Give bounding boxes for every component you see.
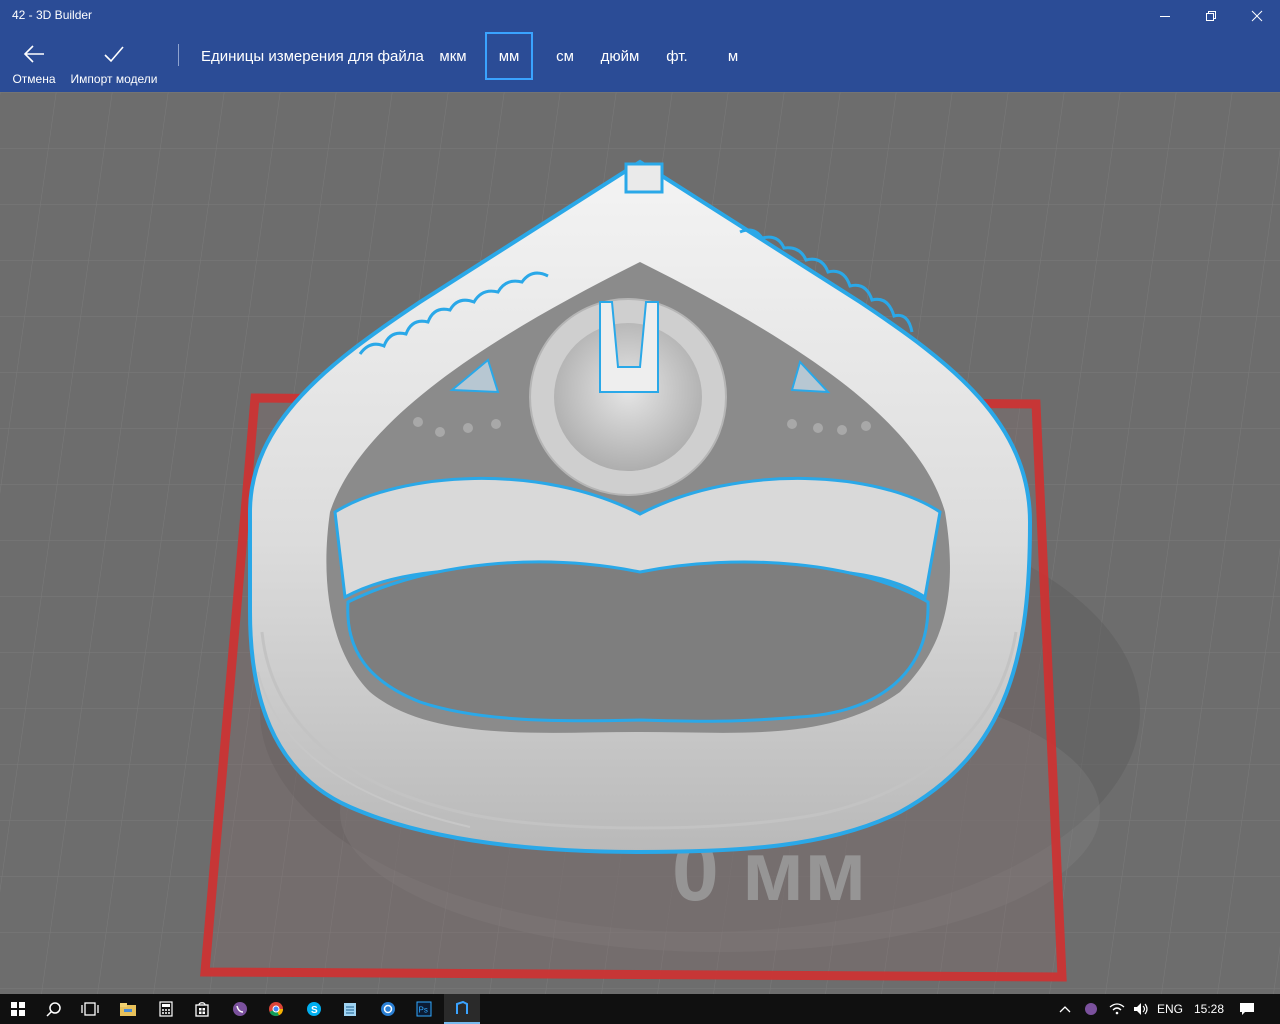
command-bar: Отмена Импорт модели Единицы измерения д… xyxy=(0,32,1280,92)
unit-um-button[interactable]: мкм xyxy=(430,32,476,80)
import-model-label: Импорт модели xyxy=(70,72,158,86)
network-button[interactable] xyxy=(1104,994,1130,1024)
3d-builder-icon xyxy=(456,1000,468,1014)
task-view-icon xyxy=(81,1002,99,1016)
notepad-icon xyxy=(344,1003,356,1016)
file-explorer-icon xyxy=(120,1003,136,1016)
viber-icon xyxy=(233,1002,247,1016)
units-label: Единицы измерения для файла xyxy=(201,48,424,65)
volume-icon xyxy=(1134,1003,1148,1015)
settings-app-icon xyxy=(381,1002,395,1016)
restore-button[interactable] xyxy=(1188,0,1234,32)
chevron-up-icon xyxy=(1059,1006,1071,1013)
close-icon xyxy=(1251,10,1263,22)
settings-app-button[interactable] xyxy=(370,994,406,1024)
photoshop-icon: Ps xyxy=(416,1001,432,1017)
center-stone xyxy=(554,323,702,471)
3d-builder-button[interactable] xyxy=(444,994,480,1024)
store-icon xyxy=(195,1002,209,1017)
wifi-icon xyxy=(1109,1003,1125,1015)
notepad-button[interactable] xyxy=(332,994,368,1024)
checkmark-icon xyxy=(103,44,125,69)
clock[interactable]: 15:28 xyxy=(1194,1002,1224,1016)
svg-text:Ps: Ps xyxy=(419,1006,428,1015)
unit-inch-button[interactable]: дюйм xyxy=(594,32,646,80)
file-explorer-button[interactable] xyxy=(110,994,146,1024)
volume-button[interactable] xyxy=(1128,994,1154,1024)
unit-cm-button[interactable]: см xyxy=(544,32,586,80)
viber-button[interactable] xyxy=(222,994,258,1024)
search-icon xyxy=(46,1002,61,1017)
command-separator xyxy=(178,44,179,66)
search-button[interactable] xyxy=(36,994,72,1024)
start-icon xyxy=(11,1002,25,1016)
chrome-button[interactable] xyxy=(258,994,294,1024)
unit-m-button[interactable]: м xyxy=(712,32,754,80)
calculator-button[interactable] xyxy=(148,994,184,1024)
chrome-icon xyxy=(269,1002,283,1017)
skype-icon: S xyxy=(307,1002,321,1016)
title-bar: 42 - 3D Builder xyxy=(0,0,1280,32)
ring-prong-top xyxy=(624,162,664,194)
window-title: 42 - 3D Builder xyxy=(12,8,93,22)
close-button[interactable] xyxy=(1234,0,1280,32)
task-view-button[interactable] xyxy=(72,994,108,1024)
calculator-icon xyxy=(159,1001,173,1017)
svg-text:S: S xyxy=(311,1005,318,1016)
inner-ring-lower xyxy=(346,560,930,723)
unit-mm-button[interactable]: мм xyxy=(485,32,533,80)
scene-canvas[interactable]: 0 мм xyxy=(0,92,1280,994)
import-model-button[interactable]: Импорт модели xyxy=(66,32,162,92)
unit-ft-button[interactable]: фт. xyxy=(656,32,698,80)
photoshop-button[interactable]: Ps xyxy=(406,994,442,1024)
tray-viber-button[interactable] xyxy=(1078,994,1104,1024)
tray-chevron-button[interactable] xyxy=(1050,994,1080,1024)
minimize-icon xyxy=(1160,16,1170,17)
cancel-button[interactable]: Отмена xyxy=(6,32,62,92)
minimize-button[interactable] xyxy=(1142,0,1188,32)
input-language[interactable]: ENG xyxy=(1157,1002,1183,1016)
skype-button[interactable]: S xyxy=(296,994,332,1024)
restore-icon xyxy=(1206,11,1216,21)
taskbar: S Ps ENG 15:28 xyxy=(0,994,1280,1024)
notification-icon xyxy=(1240,1003,1254,1015)
viber-tray-icon xyxy=(1085,1003,1097,1015)
cancel-label: Отмена xyxy=(12,72,56,86)
store-button[interactable] xyxy=(184,994,220,1024)
start-button[interactable] xyxy=(0,994,36,1024)
back-arrow-icon xyxy=(23,44,45,69)
action-center-button[interactable] xyxy=(1232,994,1262,1024)
3d-viewport[interactable]: 0 мм xyxy=(0,92,1280,994)
